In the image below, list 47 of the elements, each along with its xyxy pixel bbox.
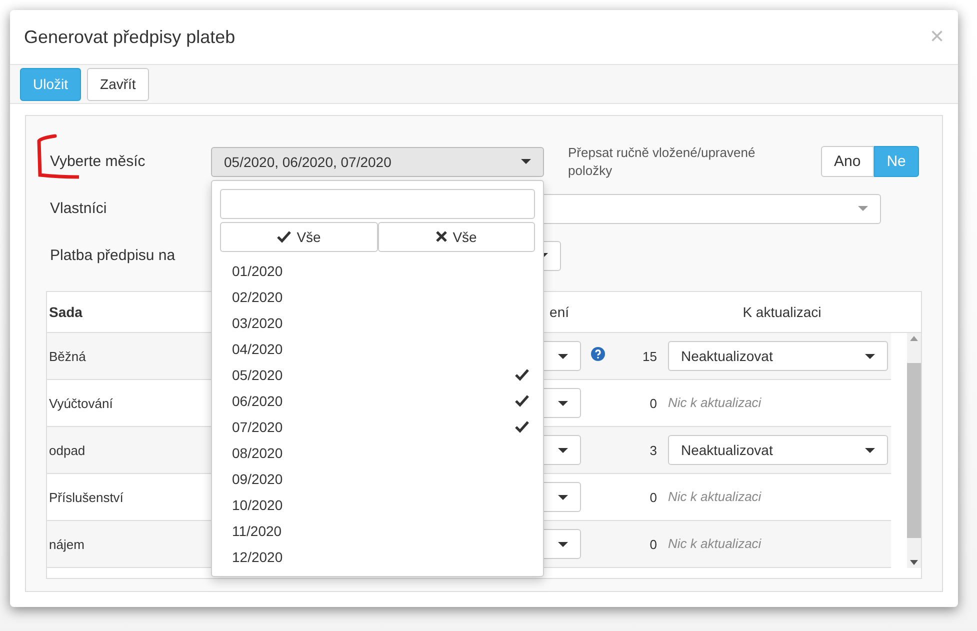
update-select[interactable]: Neaktualizovat: [668, 435, 888, 465]
table-cell: 0: [650, 490, 657, 504]
close-dialog-button[interactable]: Zavřít: [87, 68, 149, 100]
table-cell-text: Běžná: [48, 348, 86, 364]
update-select[interactable]: Neaktualizovat: [668, 341, 888, 371]
table-cell: 0: [650, 396, 657, 410]
select-all-button[interactable]: Vše: [220, 222, 378, 252]
month-option[interactable]: 07/2020: [220, 414, 535, 440]
table-cell-text: Vyúčtování: [48, 396, 113, 410]
month-option[interactable]: 10/2020: [220, 492, 535, 518]
month-option[interactable]: 11/2020: [220, 518, 535, 544]
table-cell: 3: [650, 442, 657, 458]
scroll-up-icon[interactable]: [910, 336, 918, 341]
column-header: ení: [548, 304, 570, 320]
column-header: K aktualizaci: [742, 304, 822, 320]
table-cell-text: nájem: [48, 536, 84, 552]
field-label: Vlastníci: [49, 200, 108, 217]
month-option[interactable]: 01/2020: [220, 258, 535, 284]
column-header: Sada: [48, 304, 84, 320]
check-icon: [276, 230, 291, 242]
deselect-all-button[interactable]: Vše: [378, 222, 535, 252]
help-icon[interactable]: [591, 346, 605, 360]
toggle-option[interactable]: Ano: [821, 146, 874, 177]
table-cell: Nic k aktualizaci: [668, 395, 762, 410]
table-cell: 0: [650, 536, 657, 552]
table-cell: Nic k aktualizaci: [668, 489, 762, 504]
dialog-title: Generovat předpisy plateb: [24, 26, 236, 48]
month-option[interactable]: 09/2020: [220, 466, 535, 492]
field-label: Platba předpisu na: [49, 247, 176, 264]
field-label: Přepsat ručně vložené/upravené položky: [568, 144, 756, 180]
month-option[interactable]: 02/2020: [220, 284, 535, 310]
month-option[interactable]: 12/2020: [220, 544, 535, 570]
scroll-down-icon[interactable]: [910, 560, 918, 565]
table-cell: 15: [642, 348, 657, 364]
month-option[interactable]: 04/2020: [220, 336, 535, 362]
table-cell-text: Příslušenství: [48, 490, 124, 504]
table-cell-text: odpad: [48, 442, 86, 458]
cross-icon: [436, 231, 447, 242]
month-select[interactable]: 05/2020, 06/2020, 07/2020: [211, 146, 544, 176]
scrollbar[interactable]: [907, 333, 921, 568]
month-option[interactable]: 06/2020: [220, 388, 535, 414]
month-option[interactable]: 08/2020: [220, 440, 535, 466]
month-option[interactable]: 03/2020: [220, 310, 535, 336]
field-label: Vyberte měsíc: [49, 153, 146, 170]
search-field[interactable]: [220, 188, 535, 218]
month-option[interactable]: 05/2020: [220, 362, 535, 388]
table-cell: Nic k aktualizaci: [668, 536, 762, 551]
